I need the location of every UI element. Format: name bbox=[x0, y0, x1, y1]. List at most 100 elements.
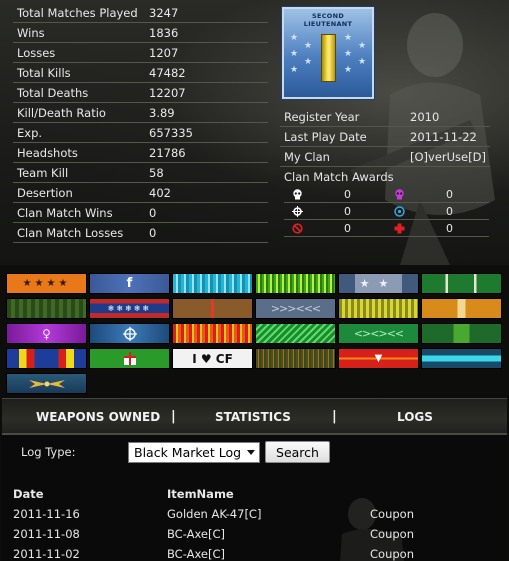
tab-logs[interactable]: LOGS bbox=[397, 410, 433, 424]
ribbon-camo-stripes bbox=[255, 348, 336, 369]
log-type: Coupon bbox=[370, 527, 414, 541]
stat-row: Clan Match Wins 0 bbox=[13, 203, 268, 223]
log-controls: Log Type: Black Market Log Search bbox=[2, 436, 507, 472]
stat-row: Losses 1207 bbox=[13, 43, 268, 63]
info-row: My Clan [O]verUse[D] bbox=[280, 147, 490, 167]
stat-label: Team Kill bbox=[17, 165, 69, 180]
stat-row: Team Kill 58 bbox=[13, 163, 268, 183]
stat-value: 47482 bbox=[149, 65, 186, 80]
award-row: 0 0 bbox=[284, 186, 489, 203]
award-row: 0 0 bbox=[284, 203, 489, 220]
crosshair-icon bbox=[122, 326, 137, 341]
log-type: Coupon bbox=[370, 547, 414, 561]
log-item: Golden AK-47[C] bbox=[167, 507, 262, 521]
stat-value: 21786 bbox=[149, 145, 186, 160]
star-icon: ★ bbox=[290, 33, 299, 43]
stat-row: Kill/Death Ratio 3.89 bbox=[13, 103, 268, 123]
dropdown-arrow-icon bbox=[247, 450, 255, 455]
rank-title: SECOND LIEUTENANT bbox=[284, 12, 372, 28]
tab-statistics[interactable]: STATISTICS bbox=[215, 410, 291, 424]
info-label: My Clan bbox=[284, 149, 330, 164]
stat-label: Wins bbox=[17, 25, 45, 40]
ribbon-green-diagonal bbox=[255, 323, 336, 344]
log-date: 2011-11-16 bbox=[13, 507, 80, 521]
skull-icon bbox=[290, 187, 304, 201]
ribbon-red-yellow bbox=[172, 323, 253, 344]
log-type: Coupon bbox=[370, 507, 414, 521]
ribbon-love-cf: I ♥ CF bbox=[172, 348, 253, 369]
ribbon-crosshair bbox=[89, 323, 170, 344]
award-count: 0 bbox=[446, 187, 453, 201]
stat-row: Total Deaths 12207 bbox=[13, 83, 268, 103]
clan-awards-label: Clan Match Awards bbox=[284, 170, 394, 184]
stat-label: Total Matches Played bbox=[17, 5, 138, 20]
player-stats-panel: Total Matches Played 3247 Wins 1836 Losses… bbox=[0, 0, 509, 265]
item-column-header: ItemName bbox=[167, 487, 234, 501]
star-icon: ★ bbox=[344, 65, 353, 75]
award-cell: 0 bbox=[386, 187, 488, 201]
player-info-table: Register Year 2010 Last Play Date 2011-11-… bbox=[280, 107, 490, 167]
ribbon-orange-gold bbox=[421, 298, 502, 319]
snowflake-icon: ❄❄❄❄❄ bbox=[107, 304, 152, 313]
down-triangle-icon: ▼ bbox=[374, 353, 383, 364]
stat-value: 58 bbox=[149, 165, 164, 180]
log-item: BC-Axe[C] bbox=[167, 547, 226, 561]
award-count: 0 bbox=[446, 221, 453, 235]
award-cell: 0 bbox=[284, 204, 386, 218]
stat-value: 3247 bbox=[149, 5, 179, 20]
ribbon-gift bbox=[89, 348, 170, 369]
ribbon-stars-orange: ★★★★ bbox=[6, 273, 87, 294]
log-date: 2011-11-08 bbox=[13, 527, 80, 541]
ribbon-dark-green bbox=[6, 298, 87, 319]
medic-cross-icon bbox=[392, 221, 406, 235]
log-type-selected: Black Market Log bbox=[134, 445, 242, 460]
ribbon-green-white bbox=[421, 273, 502, 294]
stat-row: Exp. 657335 bbox=[13, 123, 268, 143]
log-type-label: Log Type: bbox=[21, 445, 76, 459]
star-icon: ★ bbox=[304, 41, 313, 51]
gift-icon bbox=[123, 352, 136, 365]
info-label: Last Play Date bbox=[284, 129, 367, 144]
stat-value: 0 bbox=[149, 205, 157, 220]
star-icon: ★ bbox=[358, 57, 367, 67]
ribbon-teal bbox=[421, 348, 502, 369]
search-button[interactable]: Search bbox=[265, 441, 330, 463]
crosshair-icon bbox=[290, 204, 304, 218]
love-cf-text: I ♥ CF bbox=[192, 351, 233, 366]
stat-row: Headshots 21786 bbox=[13, 143, 268, 163]
stat-value: 1207 bbox=[149, 45, 179, 60]
award-cell: 0 bbox=[284, 221, 386, 235]
rank-insignia-icon: SECOND LIEUTENANT ★ ★ ★ ★ ★ ★ ★ ★ ★ ★ bbox=[282, 7, 374, 99]
award-row: 0 0 bbox=[284, 220, 489, 237]
ribbon-flag: ❄❄❄❄❄ bbox=[89, 298, 170, 319]
stat-row: Total Matches Played 3247 bbox=[13, 3, 268, 23]
stat-value: 12207 bbox=[149, 85, 186, 100]
clan-name[interactable]: [O]verUse[D] bbox=[410, 150, 486, 164]
info-row: Last Play Date 2011-11-22 bbox=[280, 127, 490, 147]
stat-label: Losses bbox=[17, 45, 56, 60]
stat-label: Exp. bbox=[17, 125, 43, 140]
stat-label: Total Deaths bbox=[17, 85, 89, 100]
stats-table: Total Matches Played 3247 Wins 1836 Losses… bbox=[13, 3, 268, 243]
star-icon: ★ bbox=[358, 41, 367, 51]
log-type-select[interactable]: Black Market Log bbox=[128, 442, 260, 463]
logs-panel: WEAPONS OWNED | STATISTICS | LOGS Log Ty… bbox=[2, 398, 507, 561]
ribbons-grid: ★★★★ f ★★ ❄❄❄❄❄ >>><<< ♀ <><><< I ♥ CF ▼ bbox=[0, 265, 509, 395]
stat-value: 657335 bbox=[149, 125, 193, 140]
star-icon: ★ bbox=[344, 33, 353, 43]
rank-title-line1: SECOND bbox=[311, 12, 345, 20]
chevron-icon: >>><<< bbox=[270, 302, 321, 315]
star-icon: ★ bbox=[304, 57, 313, 67]
ribbon-chevrons-green: <><><< bbox=[338, 323, 419, 344]
stat-label: Headshots bbox=[17, 145, 78, 160]
info-value: 2010 bbox=[410, 109, 440, 124]
info-label: Register Year bbox=[284, 109, 360, 124]
tab-weapons-owned[interactable]: WEAPONS OWNED bbox=[36, 410, 160, 424]
target-icon bbox=[392, 204, 406, 218]
no-symbol-icon bbox=[290, 221, 304, 235]
stat-row: Desertion 402 bbox=[13, 183, 268, 203]
log-date: 2011-11-02 bbox=[13, 547, 80, 561]
stat-row: Wins 1836 bbox=[13, 23, 268, 43]
stat-label: Kill/Death Ratio bbox=[17, 105, 106, 120]
ribbon-stars-steel: ★★ bbox=[338, 273, 419, 294]
